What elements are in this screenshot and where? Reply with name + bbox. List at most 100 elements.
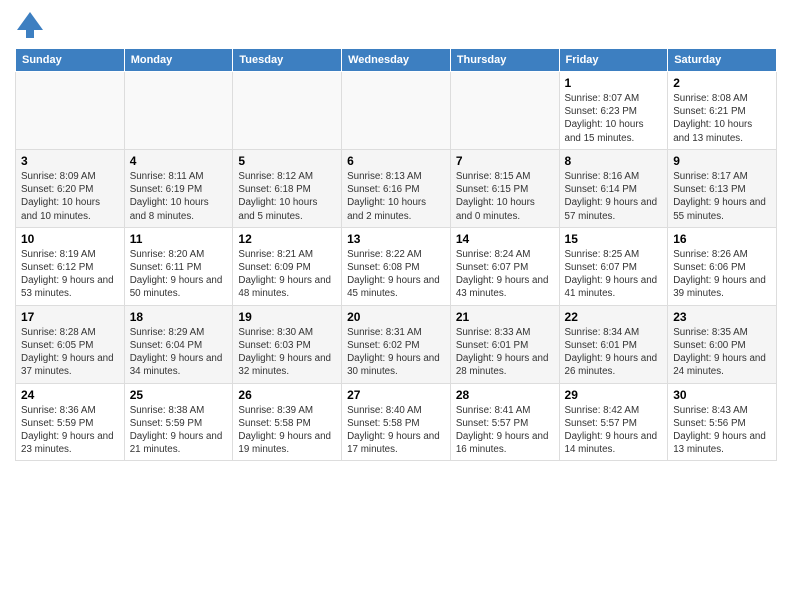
day-number: 17	[21, 310, 119, 324]
week-row-5: 24 Sunrise: 8:36 AMSunset: 5:59 PMDayligh…	[16, 383, 777, 461]
day-number: 23	[673, 310, 771, 324]
day-info: Sunrise: 8:28 AMSunset: 6:05 PMDaylight:…	[21, 326, 119, 379]
day-info: Sunrise: 8:08 AMSunset: 6:21 PMDaylight:…	[673, 92, 771, 145]
day-info: Sunrise: 8:30 AMSunset: 6:03 PMDaylight:…	[238, 326, 336, 379]
day-number: 15	[565, 232, 663, 246]
calendar-cell: 20 Sunrise: 8:31 AMSunset: 6:02 PMDayligh…	[342, 305, 451, 383]
day-number: 25	[130, 388, 228, 402]
day-info: Sunrise: 8:39 AMSunset: 5:58 PMDaylight:…	[238, 404, 336, 457]
day-number: 20	[347, 310, 445, 324]
week-row-4: 17 Sunrise: 8:28 AMSunset: 6:05 PMDayligh…	[16, 305, 777, 383]
weekday-header-wednesday: Wednesday	[342, 49, 451, 72]
calendar-cell: 24 Sunrise: 8:36 AMSunset: 5:59 PMDayligh…	[16, 383, 125, 461]
day-number: 14	[456, 232, 554, 246]
logo	[15, 10, 49, 40]
calendar-cell: 25 Sunrise: 8:38 AMSunset: 5:59 PMDayligh…	[124, 383, 233, 461]
day-info: Sunrise: 8:40 AMSunset: 5:58 PMDaylight:…	[347, 404, 445, 457]
day-info: Sunrise: 8:42 AMSunset: 5:57 PMDaylight:…	[565, 404, 663, 457]
day-info: Sunrise: 8:19 AMSunset: 6:12 PMDaylight:…	[21, 248, 119, 301]
day-number: 30	[673, 388, 771, 402]
day-info: Sunrise: 8:24 AMSunset: 6:07 PMDaylight:…	[456, 248, 554, 301]
day-info: Sunrise: 8:20 AMSunset: 6:11 PMDaylight:…	[130, 248, 228, 301]
calendar-cell: 30 Sunrise: 8:43 AMSunset: 5:56 PMDayligh…	[668, 383, 777, 461]
day-info: Sunrise: 8:17 AMSunset: 6:13 PMDaylight:…	[673, 170, 771, 223]
calendar-cell: 12 Sunrise: 8:21 AMSunset: 6:09 PMDayligh…	[233, 227, 342, 305]
calendar-cell: 1Sunrise: 8:07 AMSunset: 6:23 PMDaylight…	[559, 72, 668, 150]
calendar-cell: 27 Sunrise: 8:40 AMSunset: 5:58 PMDayligh…	[342, 383, 451, 461]
calendar-cell: 26 Sunrise: 8:39 AMSunset: 5:58 PMDayligh…	[233, 383, 342, 461]
day-number: 21	[456, 310, 554, 324]
day-number: 22	[565, 310, 663, 324]
header	[15, 10, 777, 40]
day-info: Sunrise: 8:26 AMSunset: 6:06 PMDaylight:…	[673, 248, 771, 301]
calendar-cell: 6Sunrise: 8:13 AMSunset: 6:16 PMDaylight…	[342, 149, 451, 227]
day-info: Sunrise: 8:12 AMSunset: 6:18 PMDaylight:…	[238, 170, 336, 223]
day-number: 6	[347, 154, 445, 168]
week-row-3: 10 Sunrise: 8:19 AMSunset: 6:12 PMDayligh…	[16, 227, 777, 305]
day-info: Sunrise: 8:16 AMSunset: 6:14 PMDaylight:…	[565, 170, 663, 223]
day-info: Sunrise: 8:43 AMSunset: 5:56 PMDaylight:…	[673, 404, 771, 457]
calendar-cell: 15Sunrise: 8:25 AMSunset: 6:07 PMDayligh…	[559, 227, 668, 305]
calendar-cell: 11 Sunrise: 8:20 AMSunset: 6:11 PMDayligh…	[124, 227, 233, 305]
calendar: SundayMondayTuesdayWednesdayThursdayFrid…	[15, 48, 777, 461]
calendar-cell: 2Sunrise: 8:08 AMSunset: 6:21 PMDaylight…	[668, 72, 777, 150]
calendar-cell	[342, 72, 451, 150]
weekday-header-saturday: Saturday	[668, 49, 777, 72]
day-number: 1	[565, 76, 663, 90]
day-info: Sunrise: 8:21 AMSunset: 6:09 PMDaylight:…	[238, 248, 336, 301]
day-number: 24	[21, 388, 119, 402]
calendar-cell: 8 Sunrise: 8:16 AMSunset: 6:14 PMDaylight…	[559, 149, 668, 227]
day-number: 4	[130, 154, 228, 168]
calendar-cell: 19 Sunrise: 8:30 AMSunset: 6:03 PMDayligh…	[233, 305, 342, 383]
calendar-cell: 22 Sunrise: 8:34 AMSunset: 6:01 PMDayligh…	[559, 305, 668, 383]
day-info: Sunrise: 8:36 AMSunset: 5:59 PMDaylight:…	[21, 404, 119, 457]
calendar-cell: 18 Sunrise: 8:29 AMSunset: 6:04 PMDayligh…	[124, 305, 233, 383]
calendar-cell: 17 Sunrise: 8:28 AMSunset: 6:05 PMDayligh…	[16, 305, 125, 383]
day-info: Sunrise: 8:11 AMSunset: 6:19 PMDaylight:…	[130, 170, 228, 223]
day-number: 5	[238, 154, 336, 168]
week-row-2: 3 Sunrise: 8:09 AMSunset: 6:20 PMDaylight…	[16, 149, 777, 227]
weekday-header-friday: Friday	[559, 49, 668, 72]
calendar-cell: 9 Sunrise: 8:17 AMSunset: 6:13 PMDaylight…	[668, 149, 777, 227]
weekday-header-tuesday: Tuesday	[233, 49, 342, 72]
day-info: Sunrise: 8:41 AMSunset: 5:57 PMDaylight:…	[456, 404, 554, 457]
page: SundayMondayTuesdayWednesdayThursdayFrid…	[0, 0, 792, 612]
day-number: 16	[673, 232, 771, 246]
day-number: 12	[238, 232, 336, 246]
weekday-header-monday: Monday	[124, 49, 233, 72]
day-number: 19	[238, 310, 336, 324]
day-info: Sunrise: 8:15 AMSunset: 6:15 PMDaylight:…	[456, 170, 554, 223]
week-row-1: 1Sunrise: 8:07 AMSunset: 6:23 PMDaylight…	[16, 72, 777, 150]
day-number: 26	[238, 388, 336, 402]
calendar-cell: 3 Sunrise: 8:09 AMSunset: 6:20 PMDaylight…	[16, 149, 125, 227]
weekday-header-row: SundayMondayTuesdayWednesdayThursdayFrid…	[16, 49, 777, 72]
day-number: 11	[130, 232, 228, 246]
weekday-header-thursday: Thursday	[450, 49, 559, 72]
day-info: Sunrise: 8:38 AMSunset: 5:59 PMDaylight:…	[130, 404, 228, 457]
calendar-cell	[16, 72, 125, 150]
calendar-cell	[233, 72, 342, 150]
calendar-cell: 7 Sunrise: 8:15 AMSunset: 6:15 PMDaylight…	[450, 149, 559, 227]
day-number: 3	[21, 154, 119, 168]
day-info: Sunrise: 8:33 AMSunset: 6:01 PMDaylight:…	[456, 326, 554, 379]
calendar-cell: 10 Sunrise: 8:19 AMSunset: 6:12 PMDayligh…	[16, 227, 125, 305]
calendar-cell: 13Sunrise: 8:22 AMSunset: 6:08 PMDayligh…	[342, 227, 451, 305]
day-info: Sunrise: 8:35 AMSunset: 6:00 PMDaylight:…	[673, 326, 771, 379]
calendar-cell	[124, 72, 233, 150]
calendar-cell: 28Sunrise: 8:41 AMSunset: 5:57 PMDayligh…	[450, 383, 559, 461]
day-info: Sunrise: 8:34 AMSunset: 6:01 PMDaylight:…	[565, 326, 663, 379]
day-number: 10	[21, 232, 119, 246]
day-number: 27	[347, 388, 445, 402]
day-number: 29	[565, 388, 663, 402]
day-number: 8	[565, 154, 663, 168]
day-number: 9	[673, 154, 771, 168]
weekday-header-sunday: Sunday	[16, 49, 125, 72]
day-number: 18	[130, 310, 228, 324]
calendar-cell: 16 Sunrise: 8:26 AMSunset: 6:06 PMDayligh…	[668, 227, 777, 305]
day-info: Sunrise: 8:09 AMSunset: 6:20 PMDaylight:…	[21, 170, 119, 223]
day-number: 7	[456, 154, 554, 168]
calendar-cell: 23 Sunrise: 8:35 AMSunset: 6:00 PMDayligh…	[668, 305, 777, 383]
day-info: Sunrise: 8:31 AMSunset: 6:02 PMDaylight:…	[347, 326, 445, 379]
day-info: Sunrise: 8:29 AMSunset: 6:04 PMDaylight:…	[130, 326, 228, 379]
calendar-cell: 14 Sunrise: 8:24 AMSunset: 6:07 PMDayligh…	[450, 227, 559, 305]
